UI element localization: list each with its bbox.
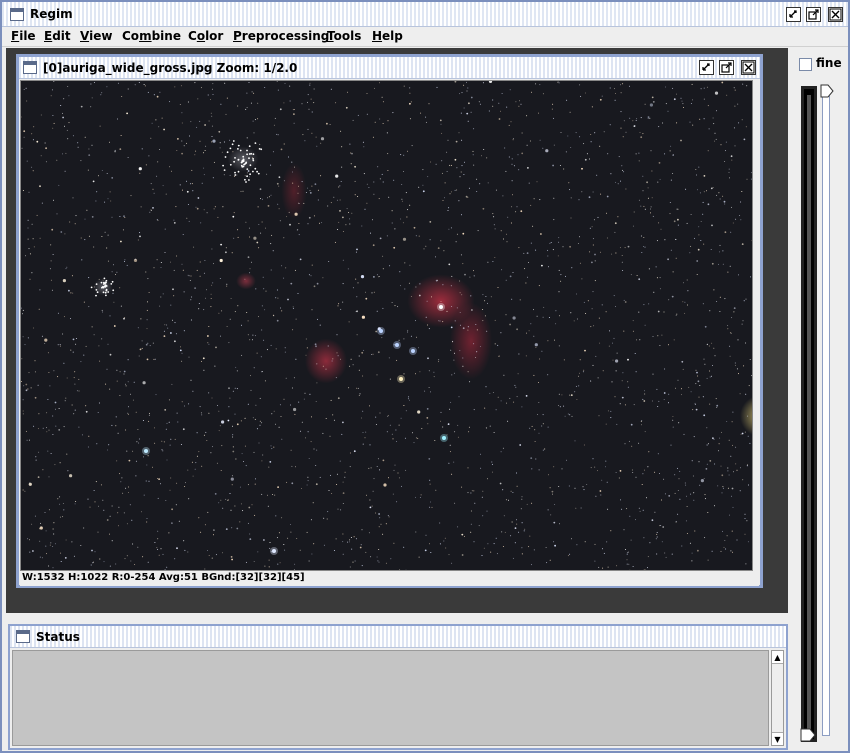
menu-bar: File Edit View Combine Color Preprocessi… bbox=[2, 27, 848, 47]
image-window-titlebar[interactable]: [0]auriga_wide_gross.jpg Zoom: 1/2.0 bbox=[19, 57, 760, 79]
image-info-status: W:1532 H:1022 R:0-254 Avg:51 BGnd:[32][3… bbox=[20, 572, 759, 586]
app-window: Regim File Edit View Combine Color Prepr… bbox=[0, 0, 850, 753]
menu-help[interactable]: Help bbox=[372, 29, 403, 43]
maximize-icon[interactable] bbox=[719, 60, 734, 75]
fine-label: fine bbox=[816, 56, 842, 70]
slider-thumb-top[interactable] bbox=[820, 84, 834, 98]
menu-tools[interactable]: Tools bbox=[327, 29, 361, 43]
level-slider-rail[interactable] bbox=[822, 96, 830, 736]
app-title: Regim bbox=[30, 7, 73, 21]
status-log-area[interactable] bbox=[12, 650, 769, 746]
image-window: [0]auriga_wide_gross.jpg Zoom: 1/2.0 W:1… bbox=[16, 54, 763, 588]
minimize-icon[interactable] bbox=[786, 7, 801, 22]
maximize-icon[interactable] bbox=[806, 7, 821, 22]
status-window-title: Status bbox=[36, 630, 80, 644]
star-field-image bbox=[21, 81, 752, 570]
scroll-down-icon[interactable]: ▼ bbox=[772, 732, 783, 745]
menu-view[interactable]: View bbox=[80, 29, 112, 43]
menu-file[interactable]: File bbox=[11, 29, 36, 43]
fine-checkbox[interactable] bbox=[799, 58, 812, 71]
menu-combine[interactable]: Combine bbox=[122, 29, 181, 43]
menu-edit[interactable]: Edit bbox=[44, 29, 71, 43]
menu-color[interactable]: Color bbox=[188, 29, 223, 43]
slider-thumb-bottom[interactable] bbox=[800, 728, 816, 742]
scroll-up-icon[interactable]: ▲ bbox=[772, 651, 783, 664]
window-icon bbox=[16, 630, 30, 643]
close-icon[interactable] bbox=[741, 60, 756, 75]
app-titlebar[interactable]: Regim bbox=[2, 2, 848, 27]
stretch-panel: fine bbox=[790, 48, 848, 751]
close-icon[interactable] bbox=[828, 7, 843, 22]
window-icon bbox=[10, 8, 24, 21]
minimize-icon[interactable] bbox=[699, 60, 714, 75]
window-icon bbox=[23, 61, 37, 74]
status-scrollbar[interactable]: ▲ ▼ bbox=[771, 650, 784, 746]
level-slider-track[interactable] bbox=[801, 86, 817, 742]
status-window-titlebar[interactable]: Status bbox=[10, 626, 786, 648]
astro-image-canvas[interactable] bbox=[20, 80, 753, 571]
image-window-title: [0]auriga_wide_gross.jpg Zoom: 1/2.0 bbox=[43, 61, 298, 75]
menu-preprocessing[interactable]: Preprocessing bbox=[233, 29, 329, 43]
desktop-area: [0]auriga_wide_gross.jpg Zoom: 1/2.0 W:1… bbox=[6, 48, 788, 613]
status-window: Status ▲ ▼ bbox=[8, 624, 788, 750]
